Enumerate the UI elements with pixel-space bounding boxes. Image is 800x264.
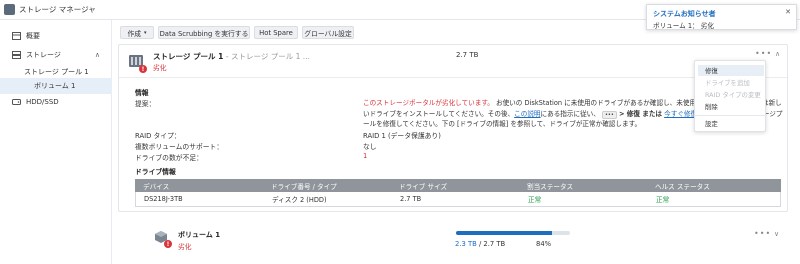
storage-pool-panel: ! ストレージ プール 1 - ストレージ プール 1 ... 劣化 2.7 T… xyxy=(118,44,788,212)
hdd-icon xyxy=(12,99,21,105)
sidebar-item-hdd-ssd[interactable]: HDD/SSD xyxy=(0,94,112,110)
sidebar-item-label: ストレージ xyxy=(26,51,61,59)
data-scrubbing-button[interactable]: Data Scrubbing を実行する xyxy=(158,26,250,39)
multi-volume-value: なし xyxy=(363,143,377,151)
volume-row[interactable]: ! ボリューム 1 劣化 2.3 TB / 2.7 TB 84% ••• ∨ xyxy=(118,220,788,264)
system-notification[interactable]: システムお知らせ者 ボリューム 1： 劣化 ✕ xyxy=(646,4,797,30)
hot-spare-button[interactable]: Hot Spare xyxy=(254,26,298,39)
more-options-icon[interactable]: ••• xyxy=(754,229,771,238)
cell-drive-size: 2.7 TB xyxy=(400,195,422,203)
raid-type-value: RAID 1 (データ保護あり) xyxy=(363,132,441,140)
storage-icon xyxy=(12,51,21,59)
sidebar-item-label: 概要 xyxy=(26,32,40,40)
raid-type-label: RAID タイプ： xyxy=(135,132,181,140)
column-header-drive-number[interactable]: ドライブ番号 / タイプ xyxy=(271,181,337,191)
cell-device: DS218J-3TB xyxy=(144,195,183,203)
multi-volume-label: 複数ボリュームのサポート： xyxy=(135,143,224,151)
menu-separator xyxy=(695,115,767,116)
menu-item-settings[interactable]: 設定 xyxy=(698,118,764,129)
pool-status: 劣化 xyxy=(153,64,167,72)
column-header-device[interactable]: デバイス xyxy=(143,181,169,191)
error-badge-icon: ! xyxy=(164,240,172,248)
repair-now-link[interactable]: 今すぐ修復 xyxy=(664,110,697,118)
suggestion-warning: このストレージポータルが劣化しています。 xyxy=(363,99,494,107)
pool-title: ストレージ プール 1 - ストレージ プール 1 ... xyxy=(153,51,310,62)
sidebar-item-volume-1[interactable]: ボリューム 1 xyxy=(0,78,112,94)
sidebar-item-label: ストレージ プール 1 xyxy=(24,68,89,76)
drive-table: デバイス ドライブ番号 / タイプ ドライブ サイズ 割当ステータス ヘルス ス… xyxy=(135,179,781,207)
menu-item-add-drive[interactable]: ドライブを追加 xyxy=(698,77,764,88)
column-header-drive-size[interactable]: ドライブ サイズ xyxy=(399,181,447,191)
menu-item-repair[interactable]: 修復 xyxy=(698,65,764,76)
more-options-icon: ••• xyxy=(601,110,617,119)
suggestion-part: > 修復 または xyxy=(618,109,663,118)
more-options-icon[interactable]: ••• xyxy=(755,49,772,58)
close-icon[interactable]: ✕ xyxy=(785,8,791,16)
error-badge-icon: ! xyxy=(139,65,147,73)
instructions-link[interactable]: この説明 xyxy=(514,110,540,118)
sidebar-item-storage[interactable]: ストレージ ∧ xyxy=(0,47,112,63)
chevron-down-icon[interactable]: ∨ xyxy=(774,230,779,238)
menu-item-change-raid[interactable]: RAID タイプの変更 xyxy=(698,89,764,100)
table-header: デバイス ドライブ番号 / タイプ ドライブ サイズ 割当ステータス ヘルス ス… xyxy=(135,179,781,192)
column-header-allocation[interactable]: 割当ステータス xyxy=(527,181,573,191)
storage-manager-icon xyxy=(4,4,15,15)
create-button[interactable]: 作成 ▾ xyxy=(120,26,154,39)
column-header-health[interactable]: ヘルス ステータス xyxy=(655,181,710,191)
info-heading: 情報 xyxy=(135,89,149,97)
insufficient-drives-value: 1 xyxy=(363,152,368,160)
pool-size: 2.7 TB xyxy=(456,51,479,59)
caret-down-icon: ▾ xyxy=(144,29,147,36)
suggestion-label: 提案： xyxy=(135,100,156,108)
table-row[interactable]: DS218J-3TB ディスク 2 (HDD) 2.7 TB 正常 正常 xyxy=(135,192,781,207)
sidebar-item-label: ボリューム 1 xyxy=(34,82,76,90)
cell-drive-number: ディスク 2 (HDD) xyxy=(272,196,327,204)
create-button-label: 作成 xyxy=(127,29,142,38)
cell-allocation: 正常 xyxy=(528,196,542,204)
divider xyxy=(119,77,787,78)
notification-title: システムお知らせ者 xyxy=(653,10,716,18)
sidebar-item-label: HDD/SSD xyxy=(26,98,59,106)
chevron-up-icon[interactable]: ∧ xyxy=(775,50,780,58)
usage-progress-bar xyxy=(456,231,570,235)
pool-name: ストレージ プール 1 xyxy=(153,52,224,61)
pool-subtitle: - ストレージ プール 1 ... xyxy=(225,52,310,61)
drive-info-heading: ドライブ情報 xyxy=(135,168,176,176)
notification-message: ボリューム 1： 劣化 xyxy=(653,22,714,30)
sidebar-item-overview[interactable]: 概要 xyxy=(0,28,112,44)
volume-total: / 2.7 TB xyxy=(478,240,506,248)
window-title: ストレージ マネージャ xyxy=(19,5,96,14)
chevron-up-icon[interactable]: ∧ xyxy=(95,51,100,59)
cell-health: 正常 xyxy=(656,196,670,204)
sidebar: 概要 ストレージ ∧ ストレージ プール 1 ボリューム 1 HDD/SSD xyxy=(0,20,112,264)
suggestion-part: にある指示に従い、 xyxy=(540,109,600,118)
volume-usage: 2.3 TB / 2.7 TB xyxy=(455,240,505,248)
usage-progress-fill xyxy=(456,231,552,235)
volume-percent: 84% xyxy=(536,240,552,248)
overview-icon xyxy=(12,32,21,40)
volume-used: 2.3 TB xyxy=(455,240,477,248)
volume-status: 劣化 xyxy=(178,243,192,251)
volume-title: ボリューム 1 xyxy=(178,231,221,239)
menu-item-delete[interactable]: 削除 xyxy=(698,101,764,112)
global-settings-button[interactable]: グローバル設定 xyxy=(302,26,354,39)
pool-actions-menu: 修復 ドライブを追加 RAID タイプの変更 削除 設定 xyxy=(694,60,767,132)
insufficient-drives-label: ドライブの数が不足： xyxy=(135,154,203,162)
